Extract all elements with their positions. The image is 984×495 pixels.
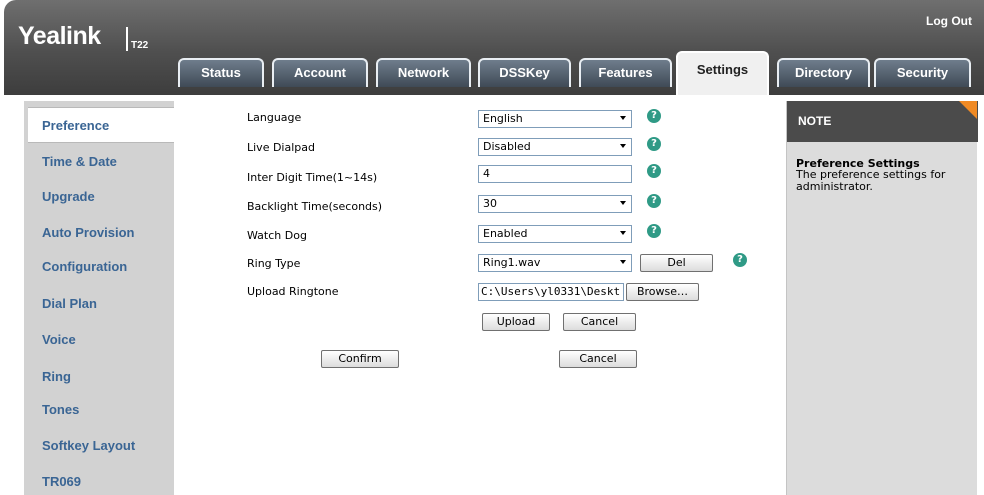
- live-dialpad-select[interactable]: Disabled: [478, 138, 632, 156]
- inter-digit-time-label: Inter Digit Time(1~14s): [247, 171, 378, 184]
- chevron-down-icon: [620, 116, 626, 120]
- inter-digit-time-input[interactable]: 4: [478, 165, 632, 183]
- corner-flag-icon: [959, 101, 977, 119]
- tab-directory[interactable]: Directory: [777, 58, 870, 87]
- help-icon-inter-digit-time[interactable]: ?: [647, 164, 661, 178]
- language-label: Language: [247, 111, 302, 124]
- help-icon-ring-type[interactable]: ?: [733, 253, 747, 267]
- chevron-down-icon: [620, 201, 626, 205]
- chevron-down-icon: [620, 231, 626, 235]
- help-icon-live-dialpad[interactable]: ?: [647, 137, 661, 151]
- live-dialpad-label: Live Dialpad: [247, 141, 315, 154]
- sidebar-nav: Preference Time & Date Upgrade Auto Prov…: [24, 101, 174, 495]
- note-body: The preference settings for administrato…: [796, 168, 946, 193]
- note-panel: NOTE Preference Settings The preference …: [786, 101, 978, 495]
- backlight-time-value: 30: [483, 197, 497, 210]
- ring-type-select[interactable]: Ring1.wav: [478, 254, 632, 272]
- sidebar-item-preference[interactable]: Preference: [28, 107, 174, 143]
- tab-status[interactable]: Status: [178, 58, 264, 87]
- sidebar-item-tones[interactable]: Tones: [24, 392, 174, 428]
- chevron-down-icon: [620, 260, 626, 264]
- sidebar-item-time-date[interactable]: Time & Date: [24, 144, 174, 180]
- chevron-down-icon: [620, 144, 626, 148]
- confirm-button[interactable]: Confirm: [321, 350, 399, 368]
- ringtone-file-path[interactable]: C:\Users\yl0331\Deskt: [478, 283, 624, 301]
- upload-cancel-button[interactable]: Cancel: [563, 313, 636, 331]
- tab-account[interactable]: Account: [272, 58, 368, 87]
- live-dialpad-value: Disabled: [483, 140, 531, 153]
- help-icon-language[interactable]: ?: [647, 109, 661, 123]
- cancel-button[interactable]: Cancel: [559, 350, 637, 368]
- sidebar-item-ring[interactable]: Ring: [24, 359, 174, 395]
- backlight-time-select[interactable]: 30: [478, 195, 632, 213]
- sidebar-item-softkey-layout[interactable]: Softkey Layout: [24, 428, 174, 464]
- help-icon-watch-dog[interactable]: ?: [647, 224, 661, 238]
- web-ui-frame: Yealink T22 Log Out Status Account Netwo…: [0, 0, 984, 495]
- sidebar-item-upgrade[interactable]: Upgrade: [24, 179, 174, 215]
- ring-type-label: Ring Type: [247, 257, 301, 270]
- preference-form: Language English ? Live Dialpad Disabled…: [180, 101, 775, 495]
- model-label: T22: [131, 40, 149, 51]
- browse-button[interactable]: Browse…: [626, 283, 699, 301]
- tab-network[interactable]: Network: [376, 58, 471, 87]
- backlight-time-label: Backlight Time(seconds): [247, 200, 383, 213]
- tab-dsskey[interactable]: DSSKey: [478, 58, 571, 87]
- watch-dog-label: Watch Dog: [247, 229, 307, 242]
- watch-dog-value: Enabled: [483, 227, 528, 240]
- sidebar-item-configuration[interactable]: Configuration: [24, 249, 174, 285]
- delete-ringtone-button[interactable]: Del: [640, 254, 713, 272]
- language-value: English: [483, 112, 523, 125]
- tab-settings[interactable]: Settings: [676, 51, 769, 95]
- upload-ringtone-label: Upload Ringtone: [247, 285, 339, 298]
- logout-link[interactable]: Log Out: [926, 14, 972, 28]
- sidebar-item-tr069[interactable]: TR069: [24, 464, 174, 495]
- note-header: NOTE: [787, 101, 978, 142]
- watch-dog-select[interactable]: Enabled: [478, 225, 632, 243]
- sidebar-item-voice[interactable]: Voice: [24, 322, 174, 358]
- logo-divider: [126, 27, 128, 51]
- sidebar-item-dial-plan[interactable]: Dial Plan: [24, 286, 174, 322]
- header-bar: Yealink T22 Log Out Status Account Netwo…: [4, 0, 984, 95]
- help-icon-backlight-time[interactable]: ?: [647, 194, 661, 208]
- ring-type-value: Ring1.wav: [483, 256, 541, 269]
- language-select[interactable]: English: [478, 110, 632, 128]
- tab-security[interactable]: Security: [874, 58, 971, 87]
- brand-logo: Yealink: [18, 22, 101, 50]
- tab-features[interactable]: Features: [579, 58, 672, 87]
- upload-button[interactable]: Upload: [482, 313, 550, 331]
- sidebar-item-auto-provision[interactable]: Auto Provision: [24, 215, 174, 251]
